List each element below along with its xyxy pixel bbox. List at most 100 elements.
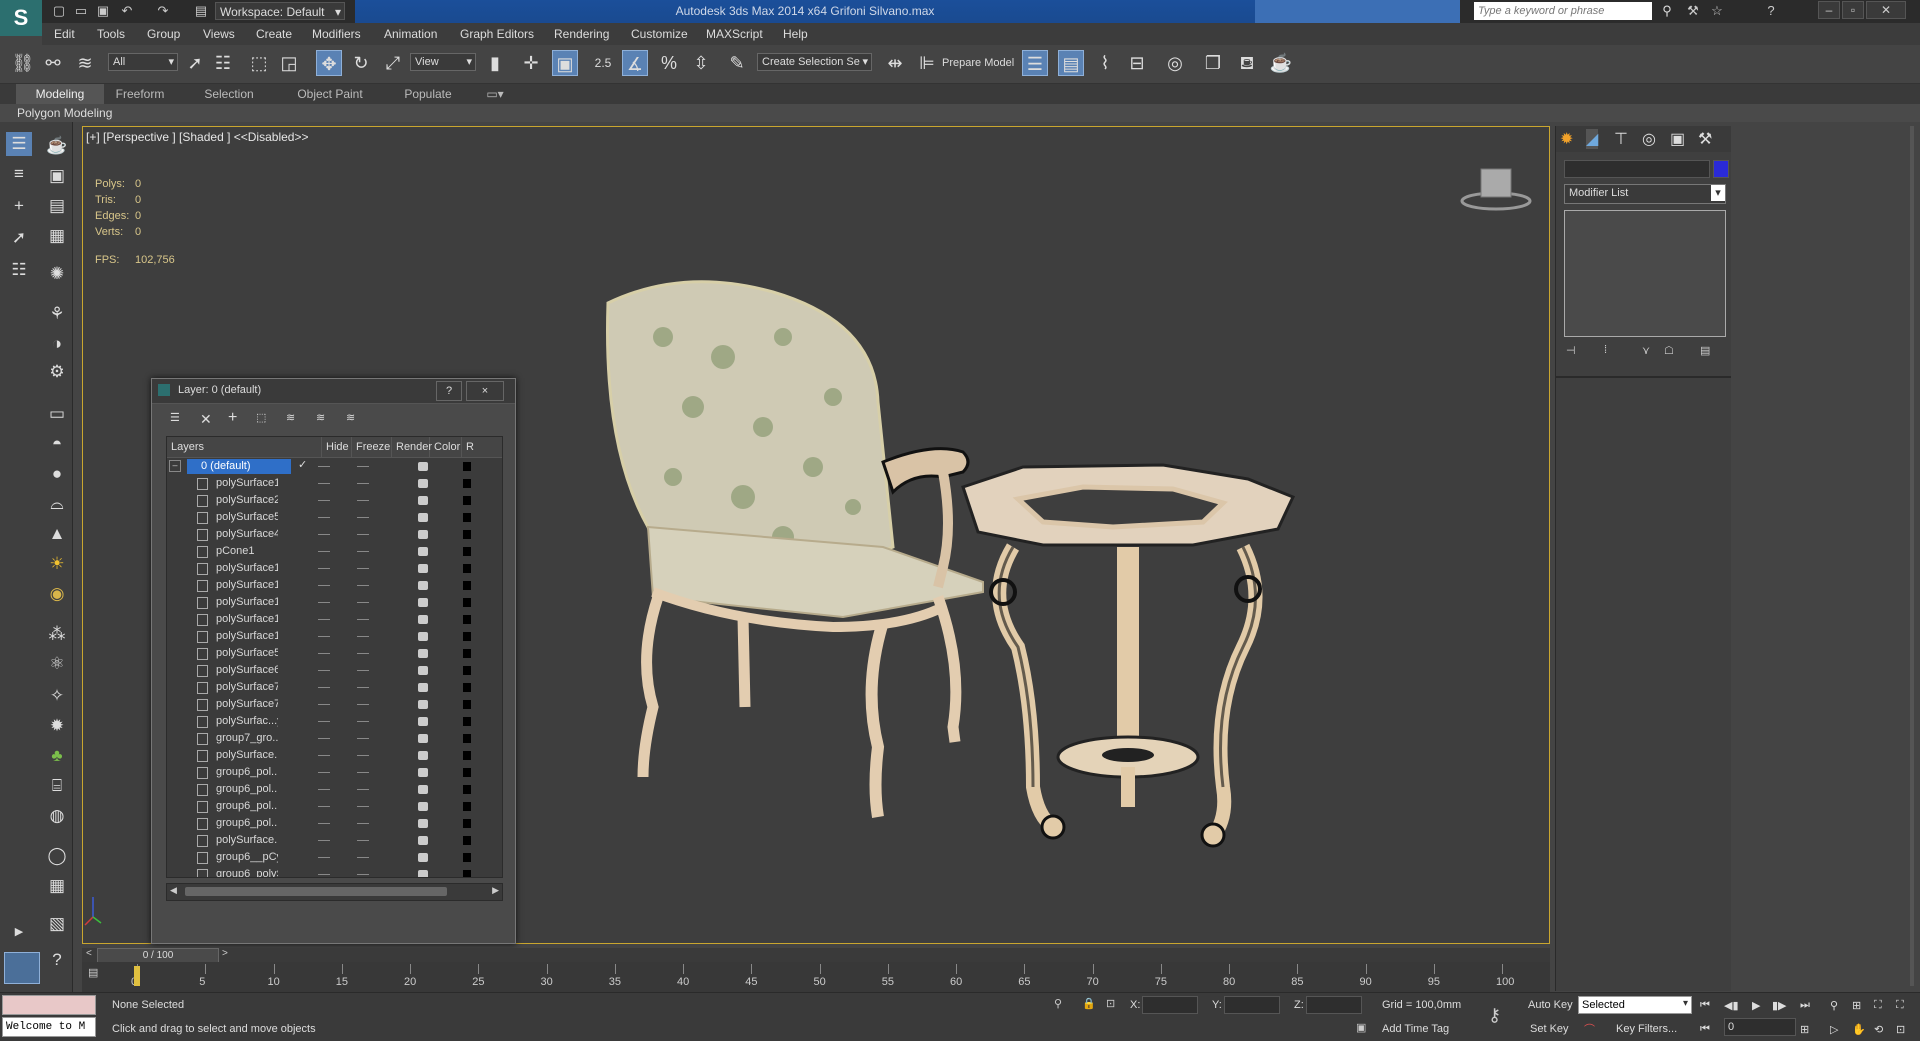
motion-tab-icon[interactable]: ◎ (1642, 129, 1656, 149)
freeze-toggle[interactable] (357, 517, 369, 518)
modify-tab-icon[interactable]: ◢ (1586, 129, 1599, 149)
ribbon-options-icon[interactable]: ▭▾ (480, 84, 510, 104)
layer-row[interactable]: polySurface59 (167, 645, 502, 662)
layer-row[interactable]: polySurface15_c (167, 475, 502, 492)
select-and-rotate-icon[interactable]: ↻ (348, 50, 374, 76)
select-and-move-icon[interactable]: ✥ (316, 50, 342, 76)
time-tag-icon[interactable]: ▣ (1356, 1021, 1366, 1034)
render-toggle-icon[interactable] (418, 462, 428, 471)
expand-arrow-icon[interactable]: ▶ (6, 920, 32, 944)
play-icon[interactable]: ▶ (1752, 999, 1760, 1012)
freeze-toggle[interactable] (357, 670, 369, 671)
render-setup-icon[interactable]: ❐ (1200, 50, 1226, 76)
render-toggle-icon[interactable] (418, 785, 428, 794)
dialog-title-bar[interactable]: Layer: 0 (default) ? × (152, 379, 515, 404)
percent-snap-icon[interactable]: % (656, 50, 682, 76)
hide-toggle[interactable] (318, 466, 330, 467)
layer-explorer-icon[interactable]: ≡ (6, 162, 32, 186)
hide-toggle[interactable] (318, 789, 330, 790)
time-slider-right-icon[interactable]: > (222, 948, 228, 959)
close-button[interactable]: × (466, 381, 504, 401)
compound-icon[interactable]: ✧ (44, 684, 70, 708)
orbit-icon[interactable]: ⟲ (1874, 1023, 1883, 1036)
menu-maxscript[interactable]: MAXScript (706, 23, 763, 45)
snaps-toggle-icon[interactable]: 2.5 (590, 50, 616, 76)
menu-tools[interactable]: Tools (97, 23, 125, 45)
zoom-all-icon[interactable]: ⊞ (1852, 999, 1861, 1012)
help-icon[interactable]: ? (1762, 2, 1780, 20)
rollout-scrollbar[interactable] (1910, 126, 1914, 986)
object-color-swatch[interactable] (463, 751, 471, 760)
maximize-viewport-icon[interactable]: ⊡ (1896, 1023, 1905, 1036)
freeze-toggle[interactable] (357, 704, 369, 705)
window-crossing-icon[interactable]: ◲ (276, 50, 302, 76)
cone-icon[interactable]: ▲ (44, 522, 70, 546)
object-color-swatch[interactable] (463, 513, 471, 522)
scroll-right-icon[interactable]: ▶ (492, 885, 499, 896)
schematic-view-icon[interactable]: ⊟ (1124, 50, 1150, 76)
viewport-label[interactable]: [+] [Perspective ] [Shaded ] <<Disabled>… (86, 130, 308, 144)
render-toggle-icon[interactable] (418, 530, 428, 539)
table-panel-icon[interactable]: ▦ (44, 224, 70, 248)
object-color-swatch[interactable] (463, 632, 471, 641)
select-by-name-icon[interactable]: ☷ (210, 50, 236, 76)
object-color-swatch[interactable] (463, 768, 471, 777)
tab-populate[interactable]: Populate (396, 84, 460, 104)
spacewarp-icon[interactable]: ⚙ (44, 360, 70, 384)
ball-icon[interactable]: ◯ (44, 844, 70, 868)
menu-group[interactable]: Group (147, 23, 180, 45)
menu-edit[interactable]: Edit (54, 23, 75, 45)
layer-manager-icon[interactable]: ☰ (1022, 50, 1048, 76)
column-radiosity[interactable]: R (462, 437, 502, 457)
mirror-icon[interactable]: ⇹ (882, 50, 908, 76)
layer-row[interactable]: group6_pol...ySi (167, 764, 502, 781)
hide-all-layers-icon[interactable]: ≋ (316, 411, 325, 424)
object-color-swatch[interactable] (463, 581, 471, 590)
viewport-layout-icon[interactable] (4, 952, 40, 984)
search-input[interactable]: Type a keyword or phrase (1474, 2, 1652, 20)
configure-modifier-sets-icon[interactable]: ▤ (1700, 344, 1710, 357)
layer-row[interactable]: polySurface182 (167, 577, 502, 594)
time-configuration-icon[interactable]: ⊞ (1800, 1023, 1809, 1036)
pin-stack-icon[interactable]: ⊣ (1566, 344, 1576, 357)
layer-row[interactable]: polySurface183 (167, 611, 502, 628)
sun-icon[interactable]: ☀ (44, 552, 70, 576)
x-coordinate-field[interactable] (1142, 996, 1198, 1014)
tab-freeform[interactable]: Freeform (104, 84, 176, 104)
utilities-tab-icon[interactable]: ⚒ (1698, 129, 1712, 149)
hide-toggle[interactable] (318, 840, 330, 841)
create-plus-icon[interactable]: + (6, 194, 32, 218)
freeze-toggle[interactable] (357, 789, 369, 790)
link-icon[interactable]: ⛓ (10, 50, 36, 76)
polygon-modeling-label[interactable]: Polygon Modeling (17, 106, 112, 120)
time-slider[interactable]: < 0 / 100 > (82, 948, 1550, 963)
scrollbar-thumb[interactable] (185, 887, 447, 896)
render-toggle-icon[interactable] (418, 802, 428, 811)
layer-row[interactable]: polySurface79 (167, 696, 502, 713)
freeze-toggle[interactable] (357, 619, 369, 620)
maxscript-listener-pink[interactable] (2, 995, 96, 1015)
freeze-toggle[interactable] (357, 755, 369, 756)
angle-snap-icon[interactable]: ∡ (622, 50, 648, 76)
close-window-button[interactable]: ✕ (1866, 1, 1906, 19)
track-bar[interactable]: ▤ 05101520253035404550556065707580859095… (82, 962, 1550, 992)
field-of-view-icon[interactable]: ▷ (1830, 1023, 1838, 1036)
freeze-toggle[interactable] (357, 840, 369, 841)
hide-toggle[interactable] (318, 874, 330, 875)
object-color-swatch[interactable] (463, 479, 471, 488)
add-to-layer-icon[interactable]: + (228, 409, 237, 427)
render-toggle-icon[interactable] (418, 632, 428, 641)
zoom-extents-icon[interactable]: ⛶ (1874, 999, 1882, 1012)
object-color-swatch[interactable] (463, 564, 471, 573)
show-end-result-icon[interactable]: ⁞ (1604, 344, 1607, 356)
hide-toggle[interactable] (318, 704, 330, 705)
disc-icon[interactable]: ◉ (44, 582, 70, 606)
add-time-tag-button[interactable]: Add Time Tag (1382, 1023, 1449, 1035)
camera-icon[interactable]: ⚘ (44, 302, 70, 326)
object-color-swatch[interactable] (463, 683, 471, 692)
workspace-dropdown[interactable]: Workspace: Default ▾ (215, 2, 345, 20)
layer-row[interactable]: polySurface...ol (167, 832, 502, 849)
reference-coordinate-dropdown[interactable]: View ▾ (410, 53, 476, 71)
redo-icon[interactable]: ↷ (154, 2, 172, 20)
selection-filter-dropdown[interactable]: All ▾ (108, 53, 178, 71)
